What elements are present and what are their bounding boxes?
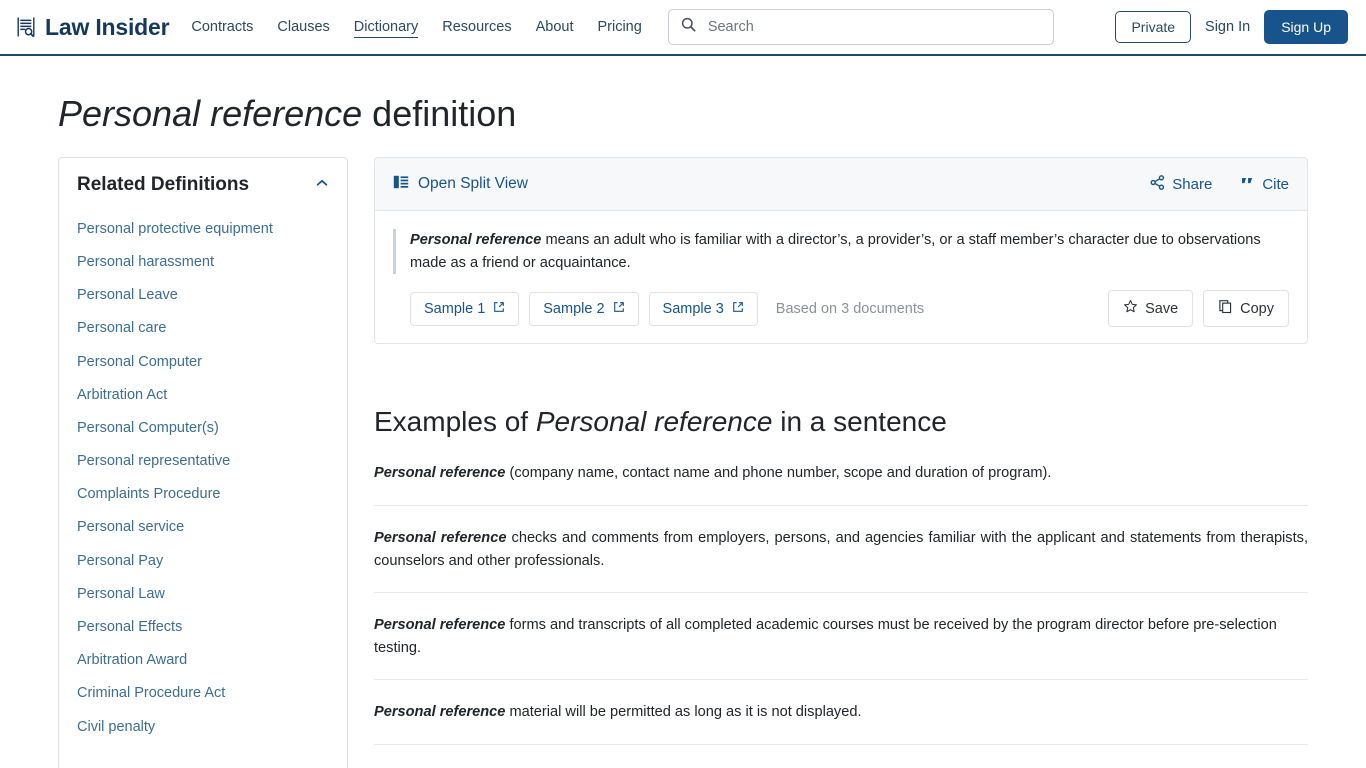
nav-item-resources[interactable]: Resources	[442, 17, 511, 37]
star-icon	[1123, 299, 1138, 318]
sample-3-button[interactable]: Sample 3	[648, 291, 758, 326]
example-text: forms and transcripts of all completed a…	[374, 617, 1277, 656]
nav-item-dictionary[interactable]: Dictionary	[353, 17, 419, 38]
open-split-view-label: Open Split View	[418, 175, 528, 193]
examples-heading-prefix: Examples of	[374, 406, 536, 438]
sidebar-item-arbitration-act[interactable]: Arbitration Act	[77, 378, 329, 411]
definition-card: Personal reference means an adult who is…	[374, 211, 1308, 345]
sidebar-item-personal-pay[interactable]: Personal Pay	[77, 544, 329, 577]
toolbar-actions: Share Cite	[1150, 174, 1289, 194]
example-text: material will be permitted as long as it…	[505, 704, 862, 721]
nav-item-pricing[interactable]: Pricing	[597, 17, 641, 37]
search-input[interactable]	[705, 18, 1041, 36]
copy-icon	[1218, 299, 1233, 318]
sample-2-button[interactable]: Sample 2	[529, 291, 639, 326]
example-term: Personal reference	[374, 465, 506, 482]
share-icon	[1150, 174, 1165, 194]
sidebar-item-personal-leave[interactable]: Personal Leave	[77, 279, 329, 312]
split-view-icon	[393, 174, 409, 195]
example-term: Personal reference	[374, 704, 506, 721]
example-item: Personal reference material will be perm…	[374, 701, 1308, 746]
page-title: Personal reference definition	[58, 92, 1366, 135]
example-term: Personal reference	[374, 530, 507, 547]
main-column: Open Split View Share Cite Personal refe…	[374, 157, 1308, 768]
external-link-icon	[493, 301, 505, 317]
private-button[interactable]: Private	[1115, 11, 1192, 43]
sign-in-link[interactable]: Sign In	[1205, 19, 1250, 35]
brand-logo[interactable]: Law Insider	[14, 13, 170, 41]
example-text: checks and comments from employers, pers…	[374, 530, 1309, 569]
nav-item-contracts[interactable]: Contracts	[191, 17, 253, 37]
copy-button[interactable]: Copy	[1203, 290, 1289, 328]
example-text: (company name, contact name and phone nu…	[505, 465, 1052, 482]
sidebar-item-criminal-procedure-act[interactable]: Criminal Procedure Act	[77, 677, 329, 710]
definition-actions: Sample 1 Sample 2 Sample 3 Based on 3 do…	[393, 290, 1289, 328]
copy-label: Copy	[1240, 300, 1274, 317]
main-nav: Contracts Clauses Dictionary Resources A…	[191, 0, 642, 54]
related-definitions-header[interactable]: Related Definitions	[77, 174, 329, 196]
quote-icon	[1240, 175, 1255, 194]
share-label: Share	[1172, 175, 1213, 193]
sidebar-item-personal-service[interactable]: Personal service	[77, 511, 329, 544]
related-definitions-list: Personal protective equipment Personal h…	[77, 212, 329, 743]
save-label: Save	[1145, 300, 1179, 317]
sample-2-label: Sample 2	[543, 300, 605, 317]
sidebar-item-arbitration-award[interactable]: Arbitration Award	[77, 644, 329, 677]
header-actions: Private Sign In Sign Up	[1115, 10, 1348, 44]
examples-heading-suffix: in a sentence	[772, 406, 947, 438]
sidebar-item-personal-effects[interactable]: Personal Effects	[77, 610, 329, 643]
share-button[interactable]: Share	[1150, 174, 1213, 194]
sidebar-item-complaints-procedure[interactable]: Complaints Procedure	[77, 478, 329, 511]
cite-label: Cite	[1262, 175, 1289, 193]
examples-heading: Examples of Personal reference in a sent…	[374, 406, 1308, 438]
search-icon	[681, 17, 696, 37]
nav-item-about[interactable]: About	[536, 17, 574, 37]
sidebar-item-personal-representative[interactable]: Personal representative	[77, 445, 329, 478]
examples-heading-term: Personal reference	[535, 406, 773, 438]
page-content: Related Definitions Personal protective …	[0, 135, 1366, 768]
sidebar-item-personal-protective-equipment[interactable]: Personal protective equipment	[77, 212, 329, 245]
definition-text: Personal reference means an adult who is…	[393, 229, 1289, 275]
sign-up-button[interactable]: Sign Up	[1264, 10, 1348, 44]
example-item: Personal reference forms and transcripts…	[374, 614, 1308, 681]
example-term: Personal reference	[374, 617, 506, 634]
examples-list: Personal reference (company name, contac…	[374, 462, 1308, 768]
sidebar-item-personal-computers[interactable]: Personal Computer(s)	[77, 411, 329, 444]
nav-item-clauses[interactable]: Clauses	[277, 17, 329, 37]
example-item: Personal reference (company name, contac…	[374, 462, 1308, 507]
sample-1-label: Sample 1	[424, 300, 486, 317]
open-split-view-button[interactable]: Open Split View	[393, 174, 528, 195]
document-search-icon	[14, 15, 38, 39]
search-box[interactable]	[667, 9, 1054, 45]
based-on-documents: Based on 3 documents	[775, 300, 925, 317]
page-title-suffix: definition	[362, 93, 517, 134]
external-link-icon	[613, 301, 625, 317]
sidebar-item-personal-care[interactable]: Personal care	[77, 312, 329, 345]
save-button[interactable]: Save	[1108, 290, 1194, 328]
definition-term: Personal reference	[410, 232, 542, 249]
related-definitions-title: Related Definitions	[77, 174, 250, 196]
sidebar-item-personal-harassment[interactable]: Personal harassment	[77, 245, 329, 278]
chevron-up-icon[interactable]	[315, 176, 329, 195]
related-definitions-panel: Related Definitions Personal protective …	[58, 157, 348, 768]
definition-side-actions: Save Copy	[1108, 290, 1289, 328]
definition-toolbar: Open Split View Share Cite	[374, 157, 1308, 212]
sidebar-item-personal-law[interactable]: Personal Law	[77, 577, 329, 610]
sidebar-item-civil-penalty[interactable]: Civil penalty	[77, 710, 329, 743]
site-header: Law Insider Contracts Clauses Dictionary…	[0, 0, 1366, 56]
cite-button[interactable]: Cite	[1240, 175, 1289, 194]
brand-name: Law Insider	[45, 13, 170, 40]
sidebar-item-personal-computer[interactable]: Personal Computer	[77, 345, 329, 378]
page-title-term: Personal reference	[58, 93, 363, 134]
external-link-icon	[732, 301, 744, 317]
sample-3-label: Sample 3	[662, 300, 724, 317]
example-item: Personal reference checks and comments f…	[374, 527, 1309, 594]
sample-1-button[interactable]: Sample 1	[410, 291, 520, 326]
